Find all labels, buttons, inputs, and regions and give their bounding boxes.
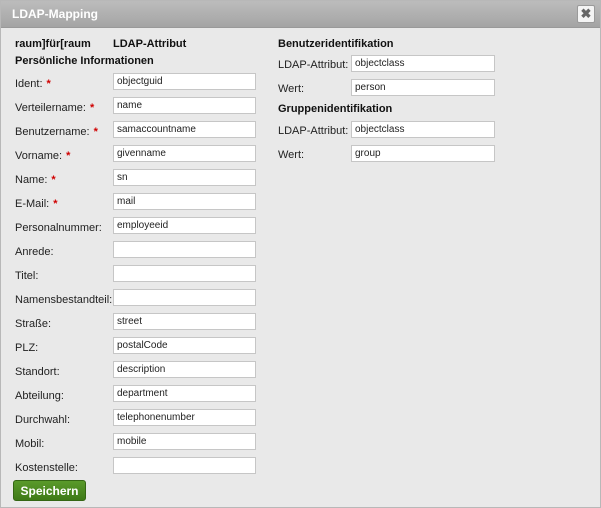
- field-label: Titel:: [15, 270, 38, 282]
- required-marker: *: [53, 198, 58, 210]
- field-label-text: E-Mail:: [15, 198, 50, 210]
- field-input[interactable]: [113, 385, 256, 402]
- field-label-text: Anrede:: [15, 246, 54, 258]
- field-input[interactable]: [113, 217, 256, 234]
- required-marker: *: [66, 150, 71, 162]
- required-marker: *: [93, 126, 98, 138]
- field-label-text: Vorname:: [15, 150, 63, 162]
- field-label: Straße:: [15, 318, 51, 330]
- field-input[interactable]: [113, 433, 256, 450]
- column-header-left: raum]für[raum: [15, 38, 91, 50]
- field-label-text: Kostenstelle:: [15, 462, 78, 474]
- field-label-text: Name:: [15, 174, 48, 186]
- required-marker: *: [51, 174, 56, 186]
- field-label: Personalnummer:: [15, 222, 102, 234]
- field-label-text: Personalnummer:: [15, 222, 102, 234]
- field-label-text: Ident:: [15, 78, 43, 90]
- field-label-text: Mobil:: [15, 438, 45, 450]
- field-label-text: PLZ:: [15, 342, 39, 354]
- section-personal-info: Persönliche Informationen: [15, 55, 154, 67]
- close-icon[interactable]: ✖: [577, 5, 595, 23]
- field-input[interactable]: [113, 457, 256, 474]
- group-ldap-attribute-input[interactable]: [351, 121, 495, 138]
- field-input[interactable]: [113, 145, 256, 162]
- field-label: E-Mail: *: [15, 198, 58, 210]
- field-label-text: Titel:: [15, 270, 39, 282]
- user-value-label: Wert:: [278, 83, 305, 95]
- field-label: Verteilername: *: [15, 102, 94, 114]
- field-input[interactable]: [113, 169, 256, 186]
- group-value-label: Wert:: [278, 149, 305, 161]
- field-input[interactable]: [113, 289, 256, 306]
- field-label: Standort:: [15, 366, 60, 378]
- field-label: PLZ:: [15, 342, 38, 354]
- field-input[interactable]: [113, 313, 256, 330]
- field-label: Vorname: *: [15, 150, 70, 162]
- field-input[interactable]: [113, 337, 256, 354]
- required-marker: *: [89, 102, 95, 114]
- ldap-mapping-dialog: LDAP-Mapping ✖ raum]für[raum LDAP-Attrib…: [0, 0, 601, 508]
- section-user-identification: Benutzeridentifikation: [278, 38, 394, 50]
- column-header-ldap-attribute: LDAP-Attribut: [113, 38, 187, 50]
- field-label: Kostenstelle:: [15, 462, 78, 474]
- field-input[interactable]: [113, 97, 256, 114]
- section-group-identification: Gruppenidentifikation: [278, 103, 393, 115]
- field-input[interactable]: [113, 193, 256, 210]
- field-input[interactable]: [113, 265, 256, 282]
- field-label: Anrede:: [15, 246, 54, 258]
- field-input[interactable]: [113, 409, 256, 426]
- field-input[interactable]: [113, 121, 256, 138]
- field-label-text: Namensbestandteil:: [15, 294, 113, 306]
- field-label: Abteilung:: [15, 390, 64, 402]
- user-ldap-attribute-label: LDAP-Attribut:: [278, 59, 349, 71]
- field-label-text: Durchwahl:: [15, 414, 71, 426]
- save-button[interactable]: Speichern: [13, 480, 86, 501]
- field-label: Durchwahl:: [15, 414, 70, 426]
- field-input[interactable]: [113, 361, 256, 378]
- group-value-input[interactable]: [351, 145, 495, 162]
- field-label: Namensbestandteil:: [15, 294, 112, 306]
- field-label-text: Abteilung:: [15, 390, 64, 402]
- group-ldap-attribute-label: LDAP-Attribut:: [278, 125, 349, 137]
- user-value-input[interactable]: [351, 79, 495, 96]
- field-label: Ident: *: [15, 78, 51, 90]
- field-label-text: Straße:: [15, 318, 52, 330]
- field-label-text: Benutzername:: [15, 126, 90, 138]
- field-input[interactable]: [113, 73, 256, 90]
- user-ldap-attribute-input[interactable]: [351, 55, 495, 72]
- required-marker: *: [46, 78, 51, 90]
- field-input[interactable]: [113, 241, 256, 258]
- field-label: Mobil:: [15, 438, 44, 450]
- dialog-title: LDAP-Mapping: [12, 7, 98, 21]
- field-label: Benutzername: *: [15, 126, 98, 138]
- field-label-text: Standort:: [15, 366, 60, 378]
- field-label-text: Verteilername:: [15, 102, 86, 114]
- dialog-titlebar: LDAP-Mapping ✖: [1, 1, 600, 28]
- field-label: Name: *: [15, 174, 56, 186]
